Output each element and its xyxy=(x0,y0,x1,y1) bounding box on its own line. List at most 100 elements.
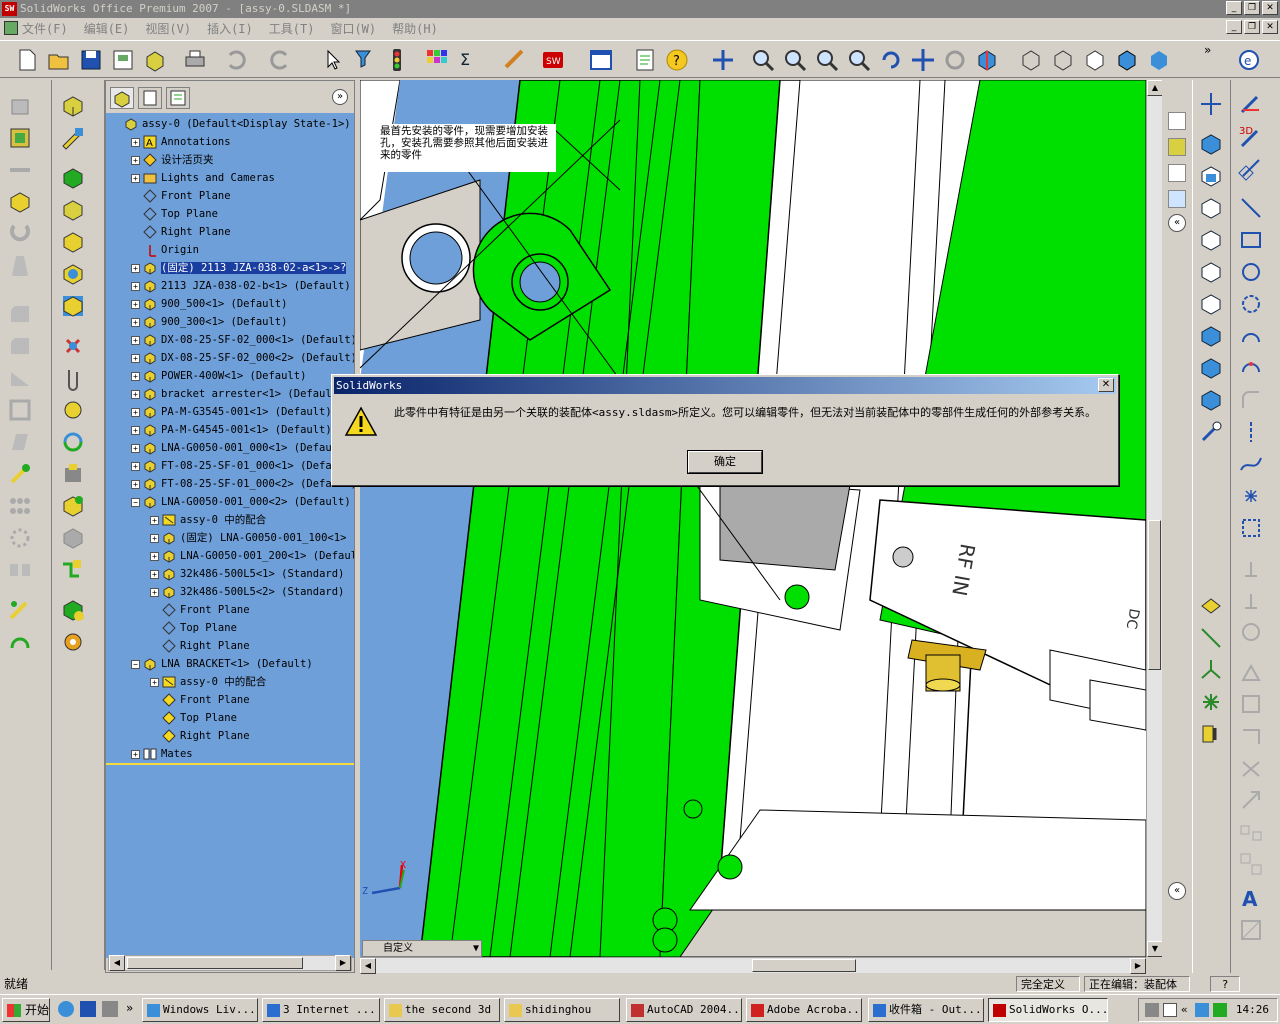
new-part-icon[interactable] xyxy=(59,164,87,192)
view-top-icon[interactable] xyxy=(1197,258,1225,286)
zoom-area-icon[interactable] xyxy=(782,47,808,73)
view-bottom-icon[interactable] xyxy=(1197,290,1225,318)
edit-component-icon[interactable] xyxy=(59,124,87,152)
vertical-scroll-thumb[interactable] xyxy=(1148,520,1161,670)
sketch-picture-icon[interactable] xyxy=(1237,916,1265,944)
tree-item[interactable]: + assy-0 中的配合 xyxy=(150,673,266,691)
draft-icon[interactable] xyxy=(6,428,34,456)
construction-geometry-icon[interactable] xyxy=(1237,514,1265,542)
tray-help-icon[interactable] xyxy=(1163,1003,1177,1017)
tree-item[interactable]: +32k486-500L5<1> (Standard) xyxy=(150,565,344,583)
photoworks-icon[interactable]: e xyxy=(1236,47,1262,73)
linear-pattern-icon[interactable] xyxy=(6,492,34,520)
view-right-icon[interactable] xyxy=(1197,226,1225,254)
undo-icon[interactable] xyxy=(222,47,248,73)
viewport-vertical-scrollbar[interactable]: ▲ ▼ xyxy=(1146,80,1163,957)
expand-toggle-icon[interactable]: + xyxy=(131,371,140,381)
measure-icon[interactable] xyxy=(502,47,528,73)
zoom-in-out-icon[interactable] xyxy=(814,47,840,73)
design-library-icon[interactable] xyxy=(1168,138,1186,156)
tree-item[interactable]: + LNA-G0050-001_000<1> (Default) xyxy=(131,439,351,457)
taskbar-button[interactable]: 3 Internet ... xyxy=(262,998,380,1022)
tray-expand-icon[interactable]: « xyxy=(1181,999,1188,1021)
new-assembly-icon[interactable] xyxy=(59,196,87,224)
quick-launch-ie-icon[interactable] xyxy=(58,1001,74,1017)
offset-entities-icon[interactable] xyxy=(1237,658,1265,686)
text-icon[interactable]: A xyxy=(1237,884,1265,912)
interference-icon[interactable] xyxy=(59,428,87,456)
tree-item[interactable]: Top Plane xyxy=(150,619,237,637)
tangent-arc-icon[interactable] xyxy=(1237,322,1265,350)
tree-item[interactable]: Origin xyxy=(131,241,199,259)
redo-icon[interactable] xyxy=(268,47,294,73)
tree-item[interactable]: + PA-M-G4545-001<1> (Default) xyxy=(131,421,332,439)
file-explorer-icon[interactable] xyxy=(1168,164,1186,182)
start-button[interactable]: 开始 xyxy=(2,998,50,1022)
sketch-icon[interactable] xyxy=(1237,90,1265,118)
reference-axis-icon[interactable] xyxy=(1197,90,1225,118)
hscroll-left-button[interactable]: ◀ xyxy=(360,958,376,974)
zoom-to-fit-icon[interactable] xyxy=(750,47,776,73)
rebuild-icon[interactable] xyxy=(384,47,410,73)
collapse-pane-bottom-icon[interactable]: « xyxy=(1168,882,1186,900)
sketch-fillet-icon[interactable] xyxy=(1237,386,1265,414)
scroll-down-button[interactable]: ▼ xyxy=(1147,941,1163,957)
tree-item[interactable]: + assy-0 中的配合 xyxy=(150,511,266,529)
open-file-icon[interactable] xyxy=(46,47,72,73)
line-icon[interactable] xyxy=(1197,624,1225,652)
exploded-view-icon[interactable] xyxy=(59,396,87,424)
wireframe-icon[interactable] xyxy=(1018,47,1044,73)
view-trimetric-icon[interactable] xyxy=(1197,354,1225,382)
mirror-entities-icon[interactable] xyxy=(1237,618,1265,646)
tree-item[interactable]: + Lights and Cameras xyxy=(131,169,275,187)
tree-item[interactable]: + (固定) LNA-G0050-001_100<1> (D xyxy=(150,529,354,547)
tab-feature-tree[interactable] xyxy=(110,87,134,109)
view-front-icon[interactable] xyxy=(1197,130,1225,158)
expand-toggle-icon[interactable]: + xyxy=(131,155,140,165)
doc-minimize-button[interactable]: _ xyxy=(1226,20,1242,34)
tree-item[interactable]: Front Plane xyxy=(150,601,250,619)
color-palette-icon[interactable] xyxy=(424,47,450,73)
extend-entities-icon[interactable] xyxy=(1237,754,1265,782)
circle-icon[interactable] xyxy=(1237,258,1265,286)
hscroll-right-button[interactable]: ▶ xyxy=(1130,958,1146,974)
taskbar-button[interactable]: 收件箱 - Out... xyxy=(868,998,984,1022)
shaded-icon[interactable] xyxy=(1146,47,1172,73)
help-icon[interactable]: ? xyxy=(664,47,690,73)
fillet-icon[interactable] xyxy=(6,300,34,328)
tree-item[interactable]: Front Plane xyxy=(150,691,250,709)
curve-icon[interactable] xyxy=(6,628,34,656)
equations-icon[interactable]: Σ xyxy=(456,47,482,73)
expand-toggle-icon[interactable]: + xyxy=(131,443,140,453)
model-view[interactable] xyxy=(360,80,1146,957)
window-layout-icon[interactable] xyxy=(588,47,614,73)
circular-pattern-icon[interactable] xyxy=(6,524,34,552)
sketch-edit-icon[interactable] xyxy=(6,596,34,624)
select-icon[interactable] xyxy=(320,47,346,73)
hidden-lines-visible-icon[interactable] xyxy=(1050,47,1076,73)
collapse-toggle-icon[interactable]: − xyxy=(131,497,140,507)
expand-toggle-icon[interactable]: + xyxy=(150,551,159,561)
expand-toggle-icon[interactable]: + xyxy=(150,587,159,597)
expand-toggle-icon[interactable]: + xyxy=(150,569,159,579)
dialog-close-button[interactable]: ✕ xyxy=(1098,378,1114,392)
menu-help[interactable]: 帮助(H) xyxy=(392,20,438,37)
scroll-right-button[interactable]: ▶ xyxy=(335,955,351,971)
menu-insert[interactable]: 插入(I) xyxy=(207,20,253,37)
doc-restore-button[interactable]: ❐ xyxy=(1244,20,1260,34)
make-drawing-icon[interactable] xyxy=(110,47,136,73)
ok-button[interactable]: 确定 xyxy=(687,450,763,474)
status-help-button[interactable]: ? xyxy=(1210,976,1240,992)
revolve-icon[interactable] xyxy=(6,220,34,248)
move-component-icon[interactable] xyxy=(6,188,34,216)
tree-item[interactable]: Front Plane xyxy=(131,187,231,205)
smart-fasteners-icon[interactable] xyxy=(6,460,34,488)
point-icon[interactable] xyxy=(1197,688,1225,716)
tree-item[interactable]: + FT-08-25-SF-01_000<2> (Default) xyxy=(131,475,354,493)
tree-item[interactable]: Right Plane xyxy=(150,727,250,745)
centerpoint-arc-icon[interactable] xyxy=(1237,290,1265,318)
home-icon[interactable] xyxy=(1168,112,1186,130)
configuration-tab[interactable]: 自定义 ▼ xyxy=(362,940,482,957)
restore-button[interactable]: ❐ xyxy=(1244,1,1260,15)
loft-icon[interactable] xyxy=(6,252,34,280)
